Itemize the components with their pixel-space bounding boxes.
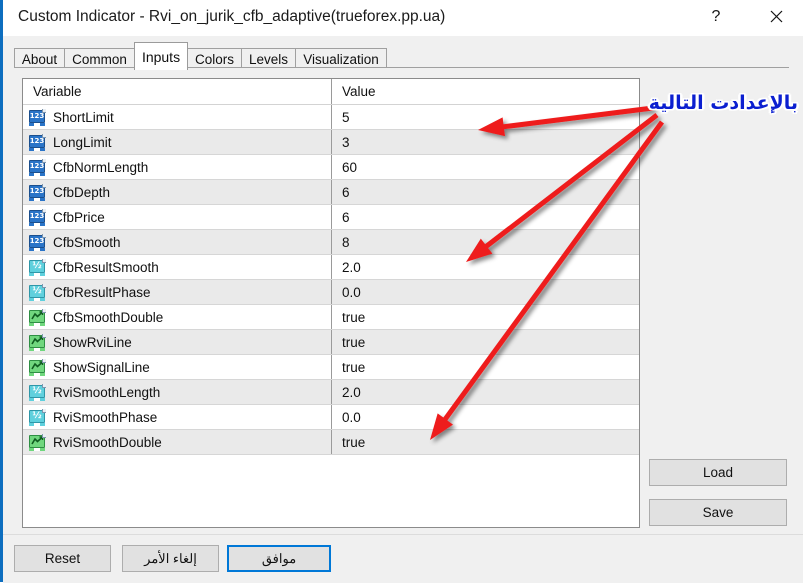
cell-variable[interactable]: 123 ShortLimit [23, 105, 332, 129]
int-type-icon: 123 [29, 233, 46, 251]
int-type-icon: 123 [29, 183, 46, 201]
variable-name: CfbSmoothDouble [53, 309, 164, 325]
table-row[interactable]: ½ RviSmoothLength 2.0 [23, 380, 639, 405]
variable-name: RviSmoothPhase [53, 409, 158, 425]
reset-button[interactable]: Reset [14, 545, 111, 572]
cell-value[interactable]: 5 [332, 105, 639, 129]
column-header-value[interactable]: Value [332, 79, 639, 104]
cell-value[interactable]: 60 [332, 155, 639, 179]
variable-name: ShowSignalLine [53, 359, 150, 375]
cell-variable[interactable]: ½ RviSmoothPhase [23, 405, 332, 429]
cell-value[interactable]: true [332, 355, 639, 379]
cell-value[interactable]: true [332, 330, 639, 354]
window-title: Custom Indicator - Rvi_on_jurik_cfb_adap… [18, 8, 446, 25]
variable-name: LongLimit [53, 134, 112, 150]
bool-type-icon [29, 308, 46, 326]
table-row[interactable]: ShowSignalLine true [23, 355, 639, 380]
table-row[interactable]: ½ CfbResultPhase 0.0 [23, 280, 639, 305]
table-row[interactable]: 123 LongLimit 3 [23, 130, 639, 155]
cell-variable[interactable]: 123 LongLimit [23, 130, 332, 154]
cell-value[interactable]: 8 [332, 230, 639, 254]
int-type-icon: 123 [29, 158, 46, 176]
variable-name: CfbDepth [53, 184, 111, 200]
bool-type-icon [29, 333, 46, 351]
cell-value[interactable]: 6 [332, 180, 639, 204]
table-header-row: Variable Value [23, 79, 639, 105]
cell-variable[interactable]: ½ CfbResultPhase [23, 280, 332, 304]
table-row[interactable]: ShowRviLine true [23, 330, 639, 355]
cell-variable[interactable]: ½ RviSmoothLength [23, 380, 332, 404]
table-row[interactable]: 123 ShortLimit 5 [23, 105, 639, 130]
variable-name: CfbResultSmooth [53, 259, 159, 275]
title-bar: Custom Indicator - Rvi_on_jurik_cfb_adap… [3, 0, 803, 36]
int-type-icon: 123 [29, 133, 46, 151]
table-row[interactable]: ½ RviSmoothPhase 0.0 [23, 405, 639, 430]
double-type-icon: ½ [29, 258, 46, 276]
cell-variable[interactable]: RviSmoothDouble [23, 430, 332, 454]
table-row[interactable]: CfbSmoothDouble true [23, 305, 639, 330]
table-row[interactable]: 123 CfbNormLength 60 [23, 155, 639, 180]
ok-button[interactable]: موافق [227, 545, 331, 572]
bool-type-icon [29, 358, 46, 376]
variable-name: CfbPrice [53, 209, 105, 225]
cell-value[interactable]: 2.0 [332, 255, 639, 279]
variable-name: CfbSmooth [53, 234, 121, 250]
variable-name: RviSmoothDouble [53, 434, 162, 450]
save-button[interactable]: Save [649, 499, 787, 526]
question-mark-icon: ? [711, 7, 721, 25]
variable-name: ShowRviLine [53, 334, 132, 350]
window-accent-strip [0, 28, 3, 582]
arabic-annotation-text: بالإعدادت التالية [648, 92, 798, 114]
int-type-icon: 123 [29, 108, 46, 126]
tab-inputs[interactable]: Inputs [134, 42, 188, 70]
help-button[interactable]: ? [693, 0, 739, 33]
cell-variable[interactable]: 123 CfbPrice [23, 205, 332, 229]
cell-variable[interactable]: ShowSignalLine [23, 355, 332, 379]
variable-name: CfbNormLength [53, 159, 149, 175]
close-icon [770, 10, 782, 23]
table-row[interactable]: 123 CfbPrice 6 [23, 205, 639, 230]
double-type-icon: ½ [29, 383, 46, 401]
cancel-button[interactable]: إلغاء الأمر [122, 545, 219, 572]
cell-variable[interactable]: 123 CfbNormLength [23, 155, 332, 179]
table-row[interactable]: RviSmoothDouble true [23, 430, 639, 455]
int-type-icon: 123 [29, 208, 46, 226]
cell-variable[interactable]: ½ CfbResultSmooth [23, 255, 332, 279]
dialog-footer: Reset إلغاء الأمر موافق [3, 534, 803, 583]
bool-type-icon [29, 433, 46, 451]
column-header-variable[interactable]: Variable [23, 79, 332, 104]
cell-value[interactable]: 2.0 [332, 380, 639, 404]
cell-value[interactable]: 6 [332, 205, 639, 229]
cell-variable[interactable]: 123 CfbSmooth [23, 230, 332, 254]
close-button[interactable] [753, 0, 799, 33]
cell-value[interactable]: true [332, 430, 639, 454]
custom-indicator-dialog: Custom Indicator - Rvi_on_jurik_cfb_adap… [0, 0, 803, 583]
cell-variable[interactable]: 123 CfbDepth [23, 180, 332, 204]
table-row[interactable]: ½ CfbResultSmooth 2.0 [23, 255, 639, 280]
double-type-icon: ½ [29, 408, 46, 426]
tab-strip: About Common Inputs Colors Levels Visualizati… [3, 36, 803, 70]
table-row[interactable]: 123 CfbDepth 6 [23, 180, 639, 205]
cell-variable[interactable]: ShowRviLine [23, 330, 332, 354]
cell-variable[interactable]: CfbSmoothDouble [23, 305, 332, 329]
cell-value[interactable]: true [332, 305, 639, 329]
table-row[interactable]: 123 CfbSmooth 8 [23, 230, 639, 255]
cell-value[interactable]: 0.0 [332, 280, 639, 304]
load-button[interactable]: Load [649, 459, 787, 486]
cell-value[interactable]: 0.0 [332, 405, 639, 429]
cell-value[interactable]: 3 [332, 130, 639, 154]
table-body: 123 ShortLimit 5 123 LongLimit 3 123 CfbNormLen… [23, 105, 639, 455]
variable-name: ShortLimit [53, 109, 114, 125]
variable-name: CfbResultPhase [53, 284, 151, 300]
parameters-table[interactable]: Variable Value 123 ShortLimit 5 123 LongLimi… [22, 78, 640, 528]
variable-name: RviSmoothLength [53, 384, 161, 400]
double-type-icon: ½ [29, 283, 46, 301]
